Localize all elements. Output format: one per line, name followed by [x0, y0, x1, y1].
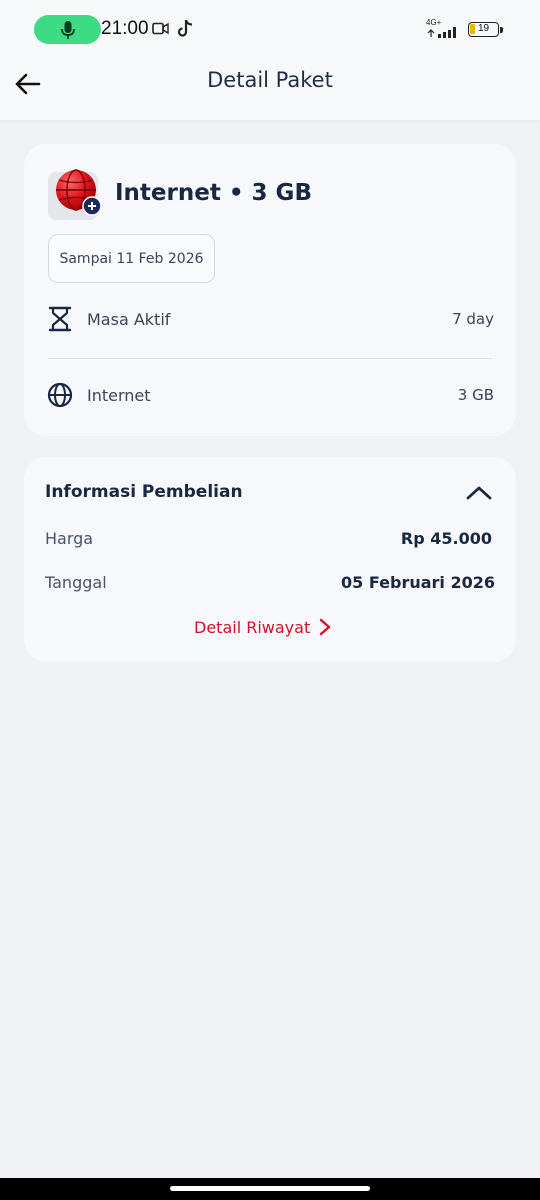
section-title: Informasi Pembelian	[45, 482, 243, 502]
video-icon	[152, 22, 169, 35]
chevron-up-icon	[466, 486, 492, 500]
masa-aktif-row: Masa Aktif 7 day	[46, 305, 494, 335]
mic-icon	[60, 20, 75, 39]
signal-icon	[427, 27, 456, 38]
package-icon	[48, 169, 102, 220]
status-bar: 21:00 4G+ 19	[0, 0, 540, 58]
battery-icon: 19	[468, 22, 499, 37]
masa-aktif-value: 7 day	[452, 310, 494, 328]
date-label: Tanggal	[45, 573, 107, 592]
page-title: Detail Paket	[207, 68, 333, 92]
price-value: Rp 45.000	[400, 529, 492, 548]
internet-value: 3 GB	[457, 386, 494, 404]
battery-level: 19	[478, 23, 490, 34]
internet-row: Internet 3 GB	[46, 381, 494, 411]
home-gesture-handle[interactable]	[170, 1186, 370, 1191]
validity-chip: Sampai 11 Feb 2026	[48, 234, 215, 283]
tiktok-icon	[177, 20, 193, 37]
date-value: 05 Februari 2026	[341, 573, 495, 592]
battery-tip	[500, 27, 503, 33]
price-label: Harga	[45, 529, 94, 548]
detail-history-link[interactable]: Detail Riwayat	[194, 615, 332, 639]
detail-history-label: Detail Riwayat	[194, 617, 311, 637]
mic-indicator[interactable]	[34, 15, 101, 44]
divider	[48, 358, 492, 359]
clock: 21:00	[101, 18, 149, 39]
internet-label: Internet	[87, 386, 151, 405]
chevron-right-icon	[320, 618, 331, 636]
globe-icon	[47, 382, 73, 408]
package-card: Internet • 3 GB Sampai 11 Feb 2026 Masa …	[24, 144, 516, 436]
purchase-info-card: Informasi Pembelian Harga Rp 45.000 Tang…	[24, 457, 516, 662]
collapse-button[interactable]	[465, 483, 493, 503]
globe-plus-icon	[56, 169, 102, 216]
app-bar: Detail Paket	[0, 58, 540, 120]
hourglass-icon	[48, 306, 72, 332]
navigation-bar	[0, 1178, 540, 1200]
package-title: Internet • 3 GB	[115, 180, 312, 206]
masa-aktif-label: Masa Aktif	[87, 310, 171, 329]
